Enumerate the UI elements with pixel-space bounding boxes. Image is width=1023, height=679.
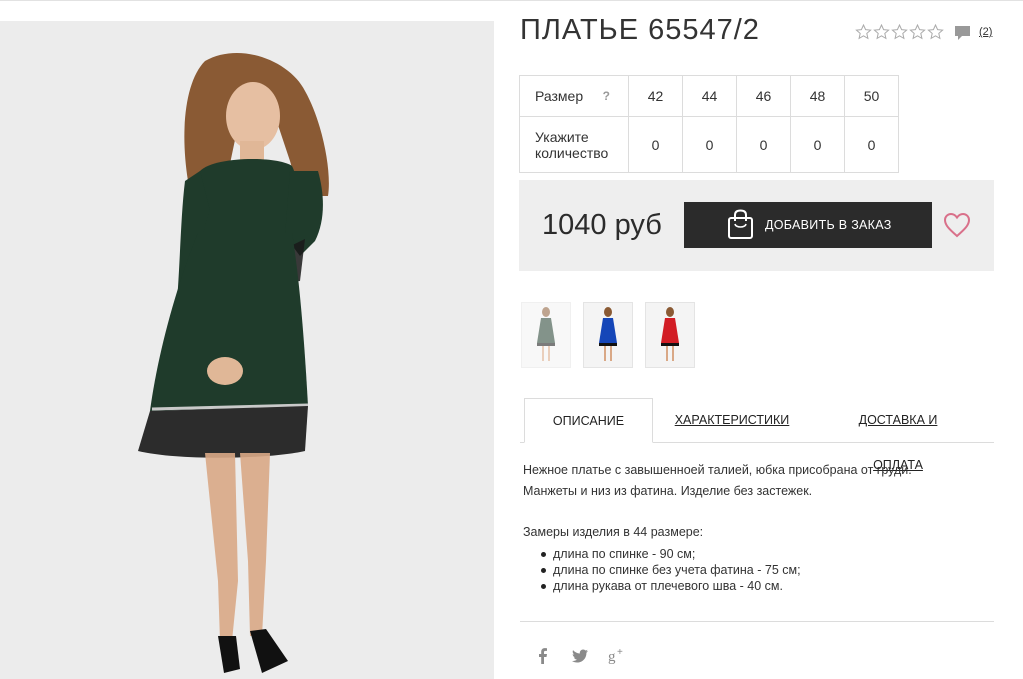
size-cell: 50 — [844, 75, 899, 117]
size-label: Размер — [535, 88, 584, 104]
measurements-title: Замеры изделия в 44 размере: — [523, 525, 704, 539]
svg-text:+: + — [617, 647, 623, 658]
tab-delivery-payment[interactable]: ДОСТАВКА И ОПЛАТА — [832, 398, 964, 472]
measurement-item: длина по спинке - 90 см; — [540, 546, 801, 562]
product-main-photo[interactable] — [0, 21, 494, 679]
price-box: 1040 руб ДОБАВИТЬ В ЗАКАЗ — [519, 180, 994, 271]
quantity-input[interactable]: 0 — [628, 116, 683, 173]
size-cell: 46 — [736, 75, 791, 117]
facebook-icon[interactable] — [533, 646, 553, 666]
tab-characteristics[interactable]: ХАРАКТЕРИСТИКИ — [672, 398, 792, 443]
twitter-icon[interactable] — [570, 646, 590, 666]
price: 1040 руб — [542, 209, 662, 241]
heart-icon[interactable] — [943, 212, 971, 238]
size-cell: 48 — [790, 75, 845, 117]
bottom-divider — [520, 621, 994, 622]
star-icon[interactable] — [855, 24, 872, 40]
size-cell: 44 — [682, 75, 737, 117]
quantity-label: Укажите количество — [535, 128, 609, 161]
rating-stars[interactable] — [855, 24, 944, 40]
description-line: Манжеты и низ из фатина. Изделие без зас… — [523, 484, 813, 498]
google-plus-icon[interactable]: g + — [607, 646, 627, 666]
description-text: Нежное платье с завышенноей талией, юбка… — [523, 460, 993, 502]
quantity-input[interactable]: 0 — [736, 116, 791, 173]
dress-model-image — [0, 21, 494, 679]
thumbnail-image — [646, 303, 694, 367]
svg-text:g: g — [608, 649, 616, 665]
comment-count-link[interactable]: (2) — [979, 26, 992, 38]
product-title: ПЛАТЬЕ 65547/2 — [520, 14, 760, 46]
size-row: Размер ? 42 44 46 48 50 — [519, 75, 899, 117]
size-label-cell: Размер ? — [519, 75, 629, 117]
add-to-order-label: ДОБАВИТЬ В ЗАКАЗ — [765, 218, 892, 232]
tab-description[interactable]: ОПИСАНИЕ — [524, 398, 653, 443]
star-icon[interactable] — [891, 24, 908, 40]
size-cell: 42 — [628, 75, 683, 117]
thumbnail-blue[interactable] — [583, 302, 633, 368]
quantity-input[interactable]: 0 — [682, 116, 737, 173]
top-divider — [0, 0, 1023, 1]
thumbnail-red[interactable] — [645, 302, 695, 368]
shopping-bag-icon — [728, 209, 753, 239]
size-help-icon[interactable]: ? — [603, 89, 610, 103]
quantity-input[interactable]: 0 — [844, 116, 899, 173]
add-to-order-button[interactable]: ДОБАВИТЬ В ЗАКАЗ — [684, 202, 932, 248]
star-icon[interactable] — [909, 24, 926, 40]
measurements-list: длина по спинке - 90 см; длина по спинке… — [540, 546, 801, 594]
description-line: Нежное платье с завышенноей талией, юбка… — [523, 463, 912, 477]
size-quantity-table: Размер ? 42 44 46 48 50 Укажите количест… — [519, 75, 899, 173]
thumbnail-green[interactable] — [521, 302, 571, 368]
quantity-row: Укажите количество 0 0 0 0 0 — [519, 116, 899, 173]
comment-icon[interactable] — [954, 25, 971, 42]
thumbnail-image — [522, 303, 570, 367]
quantity-input[interactable]: 0 — [790, 116, 845, 173]
color-thumbnails — [521, 302, 695, 368]
star-icon[interactable] — [927, 24, 944, 40]
quantity-label-cell: Укажите количество — [519, 116, 629, 173]
measurement-item: длина по спинке без учета фатина - 75 см… — [540, 562, 801, 578]
star-icon[interactable] — [873, 24, 890, 40]
thumbnail-image — [584, 303, 632, 367]
measurement-item: длина рукава от плечевого шва - 40 см. — [540, 578, 801, 594]
